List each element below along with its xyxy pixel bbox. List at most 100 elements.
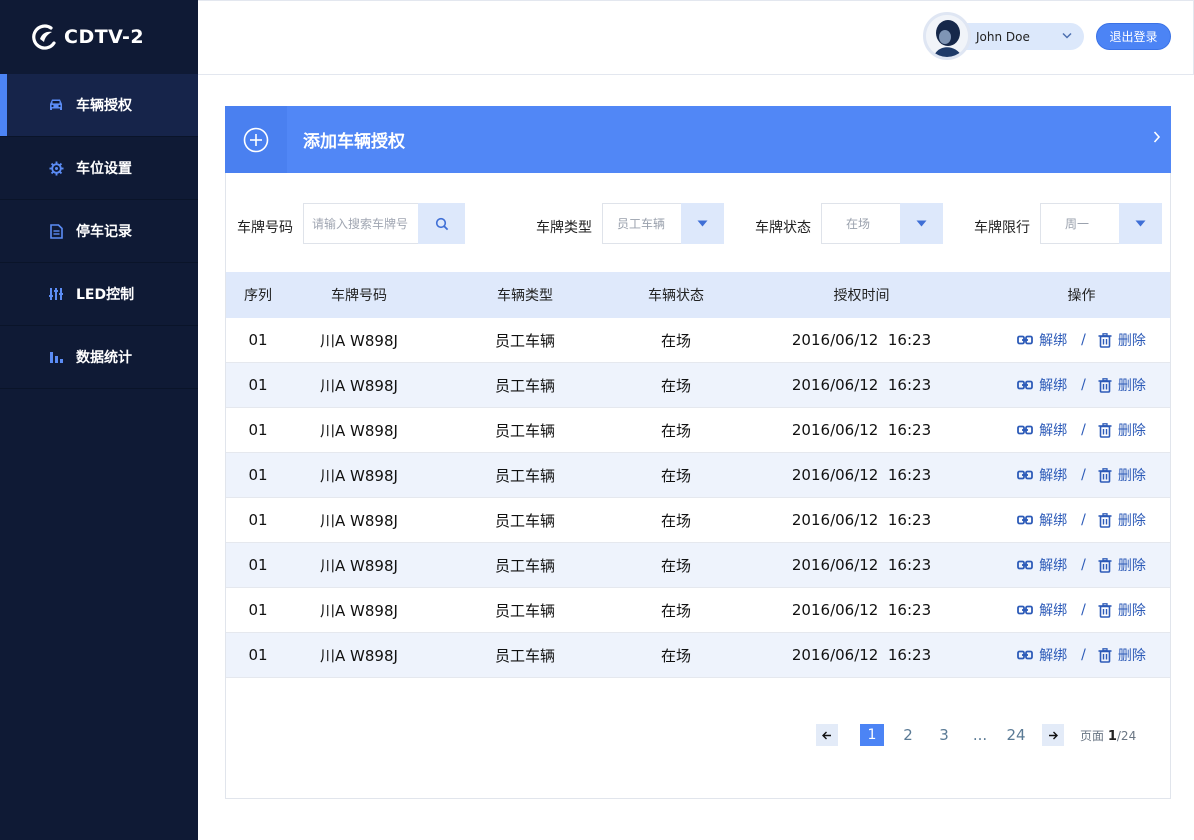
page-info-total: /24	[1116, 728, 1137, 743]
table-row: 01 川A W898J 员工车辆 在场 2016/06/12 16:23 解绑 / 删除	[226, 633, 1170, 678]
page-button[interactable]: 2	[896, 726, 920, 744]
cell-vehicle-status: 在场	[660, 376, 691, 395]
delete-button[interactable]: 删除	[1098, 555, 1146, 575]
plate-search-input[interactable]	[304, 216, 414, 231]
cell-vehicle-status: 在场	[660, 331, 691, 350]
cell-index: 01	[248, 511, 268, 529]
delete-label: 删除	[1117, 333, 1146, 349]
trash-icon	[1098, 422, 1112, 438]
delete-button[interactable]: 删除	[1098, 330, 1146, 350]
page-ellipsis: ...	[972, 726, 988, 744]
search-button[interactable]	[418, 203, 465, 244]
chevron-down-icon	[1062, 32, 1072, 39]
page-info-current: 1	[1107, 728, 1117, 744]
link-icon	[1017, 605, 1034, 615]
unbind-button[interactable]: 解绑	[1017, 375, 1067, 395]
cell-vehicle-status: 在场	[660, 466, 691, 485]
trash-icon	[1098, 377, 1112, 393]
action-separator: /	[1081, 422, 1086, 438]
sidebar: CDTV-2 车辆授权 车位设置 停车记录 LED控制 数据统计	[0, 0, 198, 840]
type-select-toggle[interactable]	[681, 203, 724, 244]
sidebar-item-vehicle-auth[interactable]: 车辆授权	[0, 74, 198, 137]
cell-plate: 川A W898J	[320, 331, 398, 350]
limit-select[interactable]: 周一	[1040, 203, 1162, 244]
unbind-button[interactable]: 解绑	[1017, 510, 1067, 530]
page-button[interactable]: 24	[1004, 726, 1028, 744]
add-vehicle-auth-banner[interactable]: 添加车辆授权	[225, 106, 1171, 173]
plate-filter-label: 车牌号码	[237, 220, 293, 236]
table-row: 01 川A W898J 员工车辆 在场 2016/06/12 16:23 解绑 / 删除	[226, 543, 1170, 588]
sidebar-item-led-control[interactable]: LED控制	[0, 263, 198, 326]
app-logo[interactable]: CDTV-2	[0, 0, 198, 74]
status-select-toggle[interactable]	[900, 203, 943, 244]
delete-button[interactable]: 删除	[1098, 600, 1146, 620]
unbind-button[interactable]: 解绑	[1017, 465, 1067, 485]
cell-plate: 川A W898J	[320, 601, 398, 620]
delete-label: 删除	[1117, 648, 1146, 664]
delete-button[interactable]: 删除	[1098, 645, 1146, 665]
action-separator: /	[1081, 557, 1086, 573]
delete-button[interactable]: 删除	[1098, 420, 1146, 440]
trash-icon	[1098, 467, 1112, 483]
page-button[interactable]: 3	[932, 726, 956, 744]
link-icon	[1017, 425, 1034, 435]
delete-button[interactable]: 删除	[1098, 375, 1146, 395]
logo-icon	[32, 24, 56, 50]
sidebar-item-parking-records[interactable]: 停车记录	[0, 200, 198, 263]
unbind-button[interactable]: 解绑	[1017, 645, 1067, 665]
cell-index: 01	[248, 421, 268, 439]
cell-plate: 川A W898J	[320, 421, 398, 440]
cell-vehicle-type: 员工车辆	[494, 466, 555, 485]
unbind-button[interactable]: 解绑	[1017, 600, 1067, 620]
logout-button[interactable]: 退出登录	[1096, 23, 1171, 50]
cell-index: 01	[248, 466, 268, 484]
cell-plate: 川A W898J	[320, 376, 398, 395]
page-button-current[interactable]: 1	[860, 724, 884, 746]
cell-vehicle-type: 员工车辆	[494, 601, 555, 620]
column-header: 操作	[1067, 288, 1096, 304]
cell-auth-time: 2016/06/12 16:23	[791, 421, 932, 439]
sidebar-item-statistics[interactable]: 数据统计	[0, 326, 198, 389]
cell-actions: 解绑 / 删除	[993, 510, 1170, 530]
unbind-button[interactable]: 解绑	[1017, 330, 1067, 350]
type-select[interactable]: 员工车辆	[602, 203, 724, 244]
cell-vehicle-type: 员工车辆	[494, 646, 555, 665]
unbind-label: 解绑	[1039, 378, 1068, 394]
unbind-button[interactable]: 解绑	[1017, 555, 1067, 575]
column-header: 序列	[244, 288, 272, 304]
limit-select-toggle[interactable]	[1119, 203, 1162, 244]
vehicle-auth-table: 序列 车牌号码 车辆类型 车辆状态 授权时间 操作 01 川A W898J 员工车辆…	[226, 272, 1170, 678]
cell-auth-time: 2016/06/12 16:23	[791, 601, 932, 619]
delete-button[interactable]: 删除	[1098, 510, 1146, 530]
arrow-left-icon	[822, 731, 831, 739]
delete-label: 删除	[1117, 468, 1146, 484]
column-header: 车辆类型	[497, 288, 553, 304]
cell-actions: 解绑 / 删除	[993, 465, 1170, 485]
cell-auth-time: 2016/06/12 16:23	[791, 466, 932, 484]
cell-index: 01	[248, 556, 268, 574]
unbind-button[interactable]: 解绑	[1017, 420, 1067, 440]
unbind-label: 解绑	[1039, 648, 1068, 664]
sidebar-item-label: 停车记录	[76, 224, 132, 240]
trash-icon	[1098, 557, 1112, 573]
top-header: John Doe 退出登录	[198, 0, 1194, 75]
status-select[interactable]: 在场	[821, 203, 943, 244]
cell-index: 01	[248, 376, 268, 394]
delete-label: 删除	[1117, 378, 1146, 394]
bar-chart-icon	[48, 349, 64, 365]
next-page-button[interactable]	[1042, 724, 1064, 746]
delete-button[interactable]: 删除	[1098, 465, 1146, 485]
cell-plate: 川A W898J	[320, 466, 398, 485]
sliders-icon	[48, 286, 64, 302]
avatar[interactable]	[923, 12, 971, 60]
sidebar-item-parking-settings[interactable]: 车位设置	[0, 137, 198, 200]
prev-page-button[interactable]	[816, 724, 838, 746]
unbind-label: 解绑	[1039, 513, 1068, 529]
cell-vehicle-status: 在场	[660, 601, 691, 620]
content-panel: 车牌号码 车牌类型 员工车辆 车牌状态 在场 车牌限行 周一 序列 车牌号码 车…	[225, 173, 1171, 799]
cell-auth-time: 2016/06/12 16:23	[791, 511, 932, 529]
action-separator: /	[1081, 512, 1086, 528]
trash-icon	[1098, 332, 1112, 348]
user-name: John Doe	[976, 29, 1030, 44]
table-row: 01 川A W898J 员工车辆 在场 2016/06/12 16:23 解绑 / 删除	[226, 318, 1170, 363]
